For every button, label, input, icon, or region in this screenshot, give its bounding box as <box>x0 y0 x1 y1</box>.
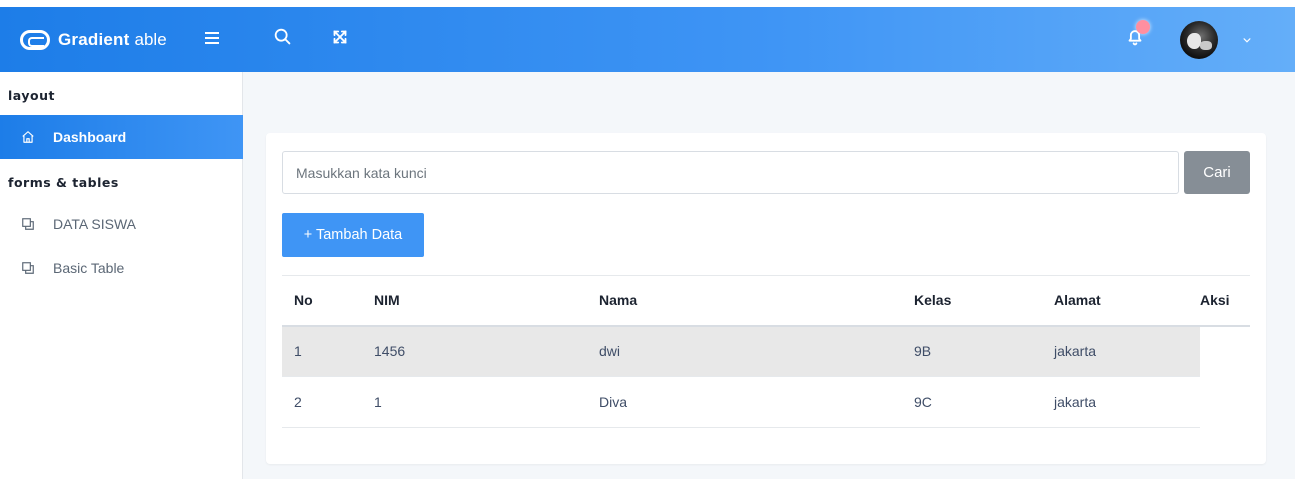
column-header-nama: Nama <box>587 275 902 327</box>
brand-logo-link[interactable]: Gradient able <box>20 7 167 72</box>
layers-icon <box>22 218 34 230</box>
table-header-row: No NIM Nama Kelas Alamat Aksi <box>282 275 1250 327</box>
cell-aksi <box>1200 325 1250 377</box>
avatar[interactable] <box>1180 21 1218 59</box>
menu-toggle-icon[interactable] <box>205 32 219 44</box>
search-icon[interactable] <box>272 26 294 48</box>
notification-badge <box>1136 20 1150 34</box>
sidebar-caption-forms: forms & tables <box>8 175 119 190</box>
table-row[interactable]: 1 1456 dwi 9B jakarta <box>282 325 1250 377</box>
sidebar-item-label: DATA SISWA <box>53 216 136 232</box>
gradient-logo-icon <box>20 29 50 50</box>
cell-nama: Diva <box>587 376 902 428</box>
cell-aksi <box>1200 377 1250 428</box>
cell-nama: dwi <box>587 325 902 377</box>
cell-nim: 1456 <box>362 325 587 377</box>
cell-alamat: jakarta <box>1042 325 1200 377</box>
data-card: Cari + Tambah Data No NIM Nama Kelas Ala… <box>266 133 1266 464</box>
chevron-down-icon[interactable] <box>1240 33 1254 47</box>
table-row[interactable]: 2 1 Diva 9C jakarta <box>282 376 1250 428</box>
sidebar: layout Dashboard forms & tables DATA SIS… <box>0 72 243 479</box>
column-header-no: No <box>282 275 362 327</box>
brand-sub: able <box>134 29 167 49</box>
sidebar-item-data-siswa[interactable]: DATA SISWA <box>0 202 243 246</box>
column-header-kelas: Kelas <box>902 275 1042 327</box>
fullscreen-icon[interactable] <box>329 26 351 48</box>
top-navbar: Gradient able <box>0 0 1295 72</box>
sidebar-item-label: Dashboard <box>53 129 127 145</box>
cell-alamat: jakarta <box>1042 376 1200 428</box>
sidebar-item-dashboard[interactable]: Dashboard <box>0 115 243 159</box>
cell-no: 2 <box>282 376 362 428</box>
column-header-alamat: Alamat <box>1042 275 1200 327</box>
cell-no: 1 <box>282 325 362 377</box>
cell-nim: 1 <box>362 376 587 428</box>
cell-kelas: 9C <box>902 376 1042 428</box>
add-data-button[interactable]: + Tambah Data <box>282 213 424 257</box>
brand-name: Gradient <box>58 29 130 49</box>
search-button[interactable]: Cari <box>1184 151 1250 194</box>
students-table: No NIM Nama Kelas Alamat Aksi 1 1456 dwi… <box>282 275 1250 428</box>
home-icon <box>22 131 34 143</box>
sidebar-item-label: Basic Table <box>53 260 125 276</box>
cell-kelas: 9B <box>902 325 1042 377</box>
column-header-aksi: Aksi <box>1200 275 1250 327</box>
search-input[interactable] <box>282 151 1179 194</box>
layers-icon <box>22 262 34 274</box>
column-header-nim: NIM <box>362 275 587 327</box>
sidebar-item-basic-table[interactable]: Basic Table <box>0 246 243 290</box>
sidebar-caption-layout: layout <box>8 88 55 103</box>
